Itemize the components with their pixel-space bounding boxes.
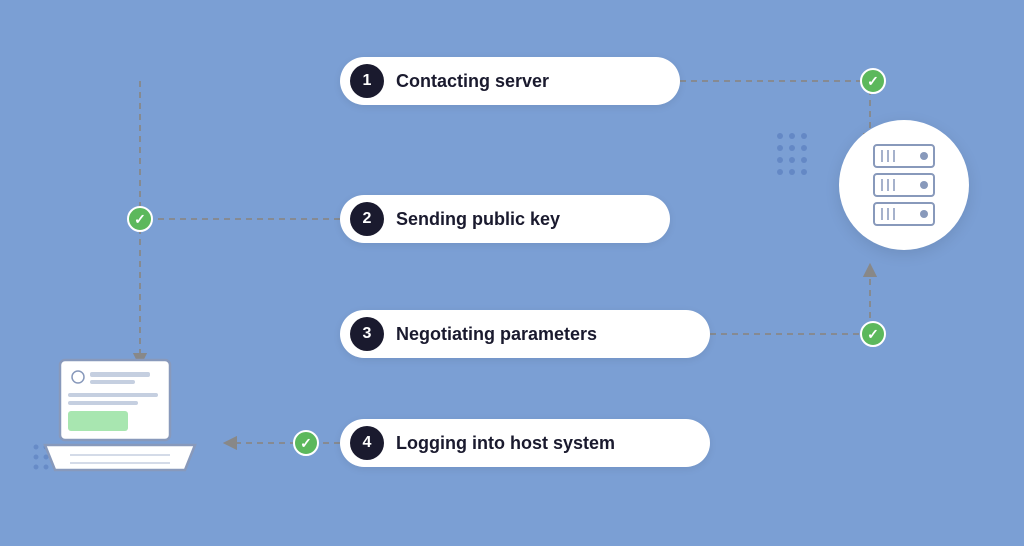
server-icon (839, 120, 969, 250)
check-2: ✓ (127, 206, 153, 232)
step-1-label: Contacting server (396, 71, 549, 92)
step-2-label: Sending public key (396, 209, 560, 230)
diagram-container: 1 Contacting server 2 Sending public key… (0, 0, 1024, 546)
step-3-number: 3 (350, 317, 384, 351)
step-3-box: 3 Negotiating parameters (340, 310, 710, 358)
step-4-box: 4 Logging into host system (340, 419, 710, 467)
step-1-number: 1 (350, 64, 384, 98)
step-4-number: 4 (350, 426, 384, 460)
step-2-number: 2 (350, 202, 384, 236)
dots-decoration-top (774, 130, 834, 185)
laptop-icon (40, 355, 200, 485)
step-4-label: Logging into host system (396, 433, 615, 454)
step-1-box: 1 Contacting server (340, 57, 680, 105)
check-4: ✓ (293, 430, 319, 456)
step-3-label: Negotiating parameters (396, 324, 597, 345)
check-1: ✓ (860, 68, 886, 94)
step-2-box: 2 Sending public key (340, 195, 670, 243)
check-3: ✓ (860, 321, 886, 347)
